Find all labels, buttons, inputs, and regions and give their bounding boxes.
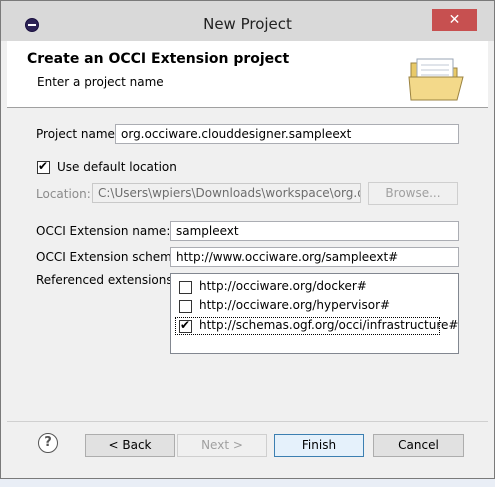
location-label: Location:: [36, 187, 91, 201]
new-project-dialog: New Project ✕ Create an OCCI Extension p…: [0, 0, 495, 479]
title-bar[interactable]: New Project ✕: [1, 1, 494, 41]
wizard-title: Create an OCCI Extension project: [27, 51, 290, 67]
finish-button[interactable]: Finish: [274, 434, 364, 457]
wizard-subtitle: Enter a project name: [37, 75, 164, 89]
extension-label: http://occiware.org/hypervisor#: [199, 298, 391, 312]
use-default-location-label[interactable]: Use default location: [57, 160, 177, 174]
close-button[interactable]: ✕: [432, 9, 477, 31]
extension-name-label: OCCI Extension name:: [36, 224, 171, 238]
extension-scheme-input[interactable]: http://www.occiware.org/sampleext#: [170, 247, 459, 267]
list-item[interactable]: http://occiware.org/hypervisor#: [175, 297, 440, 315]
extension-label: http://occiware.org/docker#: [199, 279, 367, 293]
extension-name-input[interactable]: sampleext: [170, 221, 459, 241]
list-item[interactable]: http://schemas.ogf.org/occi/infrastructu…: [175, 317, 458, 335]
use-default-location-checkbox[interactable]: [37, 159, 50, 174]
extension-checkbox[interactable]: [179, 318, 192, 333]
location-input[interactable]: C:\Users\wpiers\Downloads\workspace\org.…: [92, 183, 361, 203]
window-title: New Project: [203, 15, 292, 33]
wizard-header: Create an OCCI Extension project Enter a…: [7, 41, 488, 108]
project-name-label: Project name:: [36, 127, 119, 141]
cancel-button[interactable]: Cancel: [373, 434, 464, 457]
extension-scheme-label: OCCI Extension scheme:: [36, 250, 184, 264]
browse-button[interactable]: Browse...: [368, 182, 458, 205]
next-button[interactable]: Next >: [177, 434, 267, 457]
help-icon[interactable]: ?: [38, 433, 58, 453]
footer-separator: [7, 421, 488, 422]
open-folder-icon: [408, 58, 464, 101]
project-name-input[interactable]: org.occiware.clouddesigner.sampleext: [115, 124, 459, 144]
extension-checkbox[interactable]: [179, 300, 192, 313]
referenced-extensions-label: Referenced extensions:: [36, 273, 177, 287]
desktop-strip: [0, 479, 495, 487]
list-item[interactable]: http://occiware.org/docker#: [175, 278, 440, 296]
referenced-extensions-list[interactable]: http://occiware.org/docker# http://occiw…: [170, 273, 459, 354]
extension-checkbox[interactable]: [179, 281, 192, 294]
extension-label: http://schemas.ogf.org/occi/infrastructu…: [199, 318, 459, 332]
back-button[interactable]: < Back: [85, 434, 175, 457]
